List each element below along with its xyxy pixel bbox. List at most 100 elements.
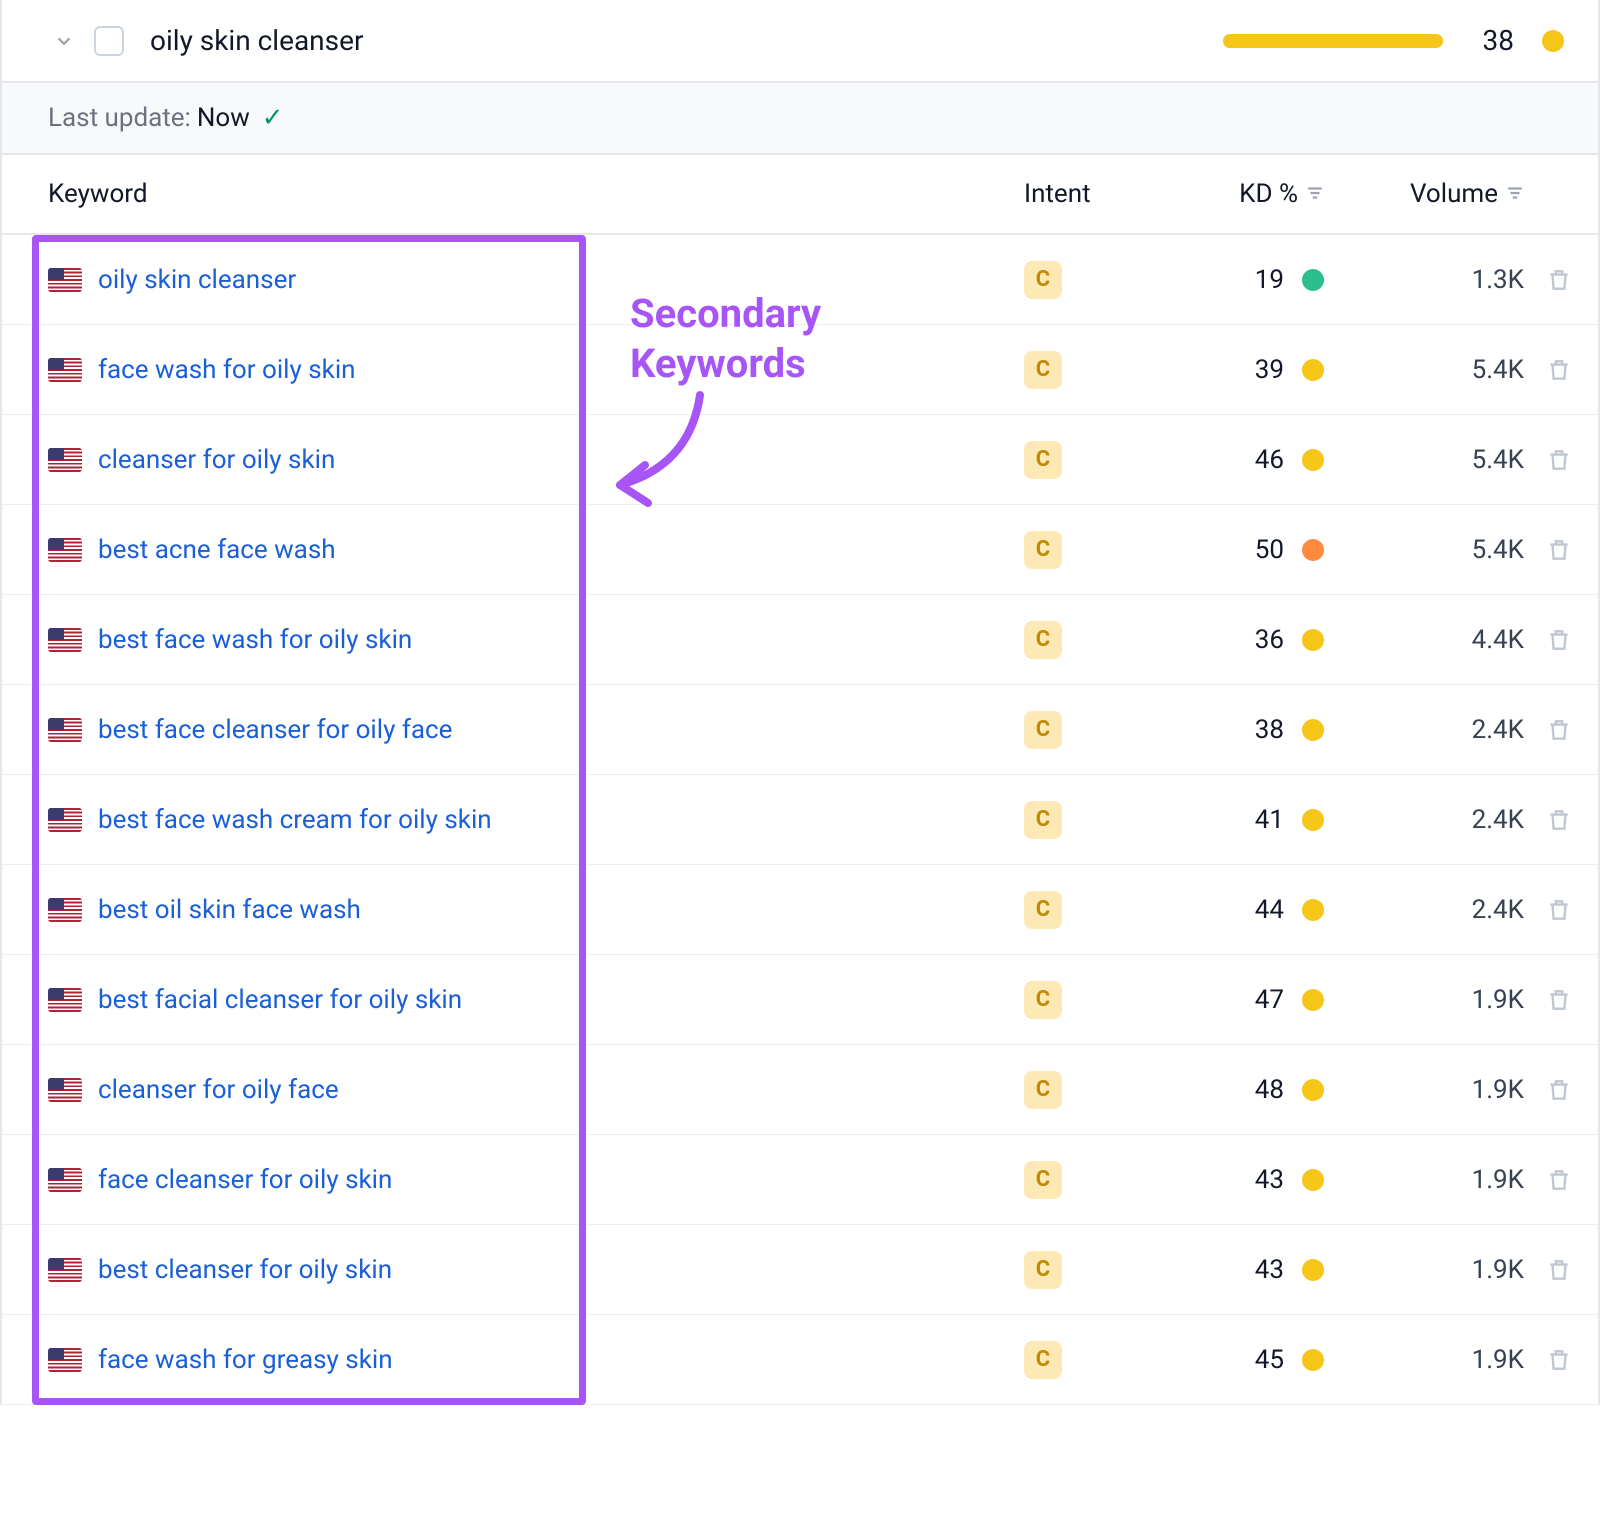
table-row: best acne face wash C 50 5.4K xyxy=(2,505,1598,595)
table-row: face wash for greasy skinC451.9K xyxy=(2,1315,1598,1405)
table-header: Keyword Intent KD % Volume xyxy=(2,155,1598,235)
table-row: best facial cleanser for oily skin C 47 1.9… xyxy=(2,955,1598,1045)
delete-button[interactable] xyxy=(1546,357,1572,383)
flag-us-icon xyxy=(48,1348,82,1372)
col-volume[interactable]: Volume xyxy=(1324,179,1524,209)
table-row: best face cleanser for oily face C 38 2.4K xyxy=(2,685,1598,775)
table-row: best cleanser for oily skinC431.9K xyxy=(2,1225,1598,1315)
kd-value: 44 xyxy=(1255,895,1284,925)
kd-value: 41 xyxy=(1255,805,1284,835)
kd-value: 39 xyxy=(1255,355,1284,385)
kd-dot-icon xyxy=(1302,539,1324,561)
kd-value: 19 xyxy=(1255,265,1284,295)
col-kd-label: KD % xyxy=(1239,179,1298,209)
group-title: oily skin cleanser xyxy=(150,24,1205,57)
select-all-checkbox[interactable] xyxy=(94,26,124,56)
score-dot-icon xyxy=(1542,30,1564,52)
volume-value: 5.4K xyxy=(1472,445,1524,475)
kd-dot-icon xyxy=(1302,269,1324,291)
col-intent[interactable]: Intent xyxy=(1024,179,1154,209)
kd-value: 47 xyxy=(1255,985,1284,1015)
volume-value: 1.3K xyxy=(1472,265,1524,295)
table-row: best face wash cream for oily skinC412.4… xyxy=(2,775,1598,865)
intent-badge: C xyxy=(1024,351,1062,389)
kd-dot-icon xyxy=(1302,1169,1324,1191)
flag-us-icon xyxy=(48,628,82,652)
delete-button[interactable] xyxy=(1546,717,1572,743)
volume-value: 1.9K xyxy=(1472,1075,1524,1105)
intent-badge: C xyxy=(1024,891,1062,929)
sort-icon xyxy=(1506,179,1524,209)
delete-button[interactable] xyxy=(1546,897,1572,923)
keyword-link[interactable]: cleanser for oily face xyxy=(98,1075,339,1105)
volume-value: 5.4K xyxy=(1472,535,1524,565)
volume-value: 5.4K xyxy=(1472,355,1524,385)
flag-us-icon xyxy=(48,988,82,1012)
keyword-link[interactable]: best acne face wash xyxy=(98,535,336,565)
kd-value: 38 xyxy=(1255,715,1284,745)
volume-value: 1.9K xyxy=(1472,1165,1524,1195)
flag-us-icon xyxy=(48,538,82,562)
keyword-link[interactable]: best face wash cream for oily skin xyxy=(98,805,492,835)
intent-badge: C xyxy=(1024,621,1062,659)
intent-badge: C xyxy=(1024,531,1062,569)
chevron-down-icon[interactable] xyxy=(52,29,76,53)
keyword-link[interactable]: oily skin cleanser xyxy=(98,265,296,295)
table-row: best oil skin face washC442.4K xyxy=(2,865,1598,955)
intent-badge: C xyxy=(1024,1341,1062,1379)
kd-value: 43 xyxy=(1255,1165,1284,1195)
keyword-link[interactable]: best oil skin face wash xyxy=(98,895,361,925)
kd-dot-icon xyxy=(1302,359,1324,381)
col-volume-label: Volume xyxy=(1410,179,1498,209)
keyword-link[interactable]: face wash for greasy skin xyxy=(98,1345,393,1375)
difficulty-bar xyxy=(1223,34,1443,48)
volume-value: 1.9K xyxy=(1472,1255,1524,1285)
kd-dot-icon xyxy=(1302,1079,1324,1101)
keyword-link[interactable]: face wash for oily skin xyxy=(98,355,356,385)
delete-button[interactable] xyxy=(1546,987,1572,1013)
table-row: face cleanser for oily skin C 43 1.9K xyxy=(2,1135,1598,1225)
delete-button[interactable] xyxy=(1546,447,1572,473)
volume-value: 2.4K xyxy=(1472,715,1524,745)
keyword-link[interactable]: face cleanser for oily skin xyxy=(98,1165,392,1195)
delete-button[interactable] xyxy=(1546,537,1572,563)
delete-button[interactable] xyxy=(1546,1077,1572,1103)
table-row: face wash for oily skin C 39 5.4K xyxy=(2,325,1598,415)
kd-dot-icon xyxy=(1302,809,1324,831)
kd-dot-icon xyxy=(1302,1349,1324,1371)
col-keyword[interactable]: Keyword xyxy=(48,179,1024,209)
table-row: oily skin cleanserC191.3K xyxy=(2,235,1598,325)
delete-button[interactable] xyxy=(1546,1167,1572,1193)
intent-badge: C xyxy=(1024,711,1062,749)
keyword-link[interactable]: best face wash for oily skin xyxy=(98,625,412,655)
col-kd[interactable]: KD % xyxy=(1154,179,1324,209)
flag-us-icon xyxy=(48,1258,82,1282)
delete-button[interactable] xyxy=(1546,1347,1572,1373)
keyword-link[interactable]: best facial cleanser for oily skin xyxy=(98,985,462,1015)
keyword-link[interactable]: cleanser for oily skin xyxy=(98,445,335,475)
kd-dot-icon xyxy=(1302,899,1324,921)
kd-value: 36 xyxy=(1255,625,1284,655)
kd-dot-icon xyxy=(1302,719,1324,741)
intent-badge: C xyxy=(1024,801,1062,839)
kd-value: 50 xyxy=(1255,535,1284,565)
delete-button[interactable] xyxy=(1546,627,1572,653)
flag-us-icon xyxy=(48,898,82,922)
table-body: Secondary Keywords oily skin cleanserC19… xyxy=(2,235,1598,1405)
intent-badge: C xyxy=(1024,1161,1062,1199)
intent-badge: C xyxy=(1024,981,1062,1019)
group-score: 38 xyxy=(1483,24,1514,57)
flag-us-icon xyxy=(48,718,82,742)
volume-value: 1.9K xyxy=(1472,1345,1524,1375)
flag-us-icon xyxy=(48,1168,82,1192)
delete-button[interactable] xyxy=(1546,807,1572,833)
delete-button[interactable] xyxy=(1546,1257,1572,1283)
volume-value: 1.9K xyxy=(1472,985,1524,1015)
keyword-link[interactable]: best face cleanser for oily face xyxy=(98,715,452,745)
table-row: best face wash for oily skinC364.4K xyxy=(2,595,1598,685)
delete-button[interactable] xyxy=(1546,267,1572,293)
keyword-link[interactable]: best cleanser for oily skin xyxy=(98,1255,392,1285)
table-row: cleanser for oily faceC481.9K xyxy=(2,1045,1598,1135)
kd-dot-icon xyxy=(1302,989,1324,1011)
check-icon: ✓ xyxy=(262,103,284,133)
